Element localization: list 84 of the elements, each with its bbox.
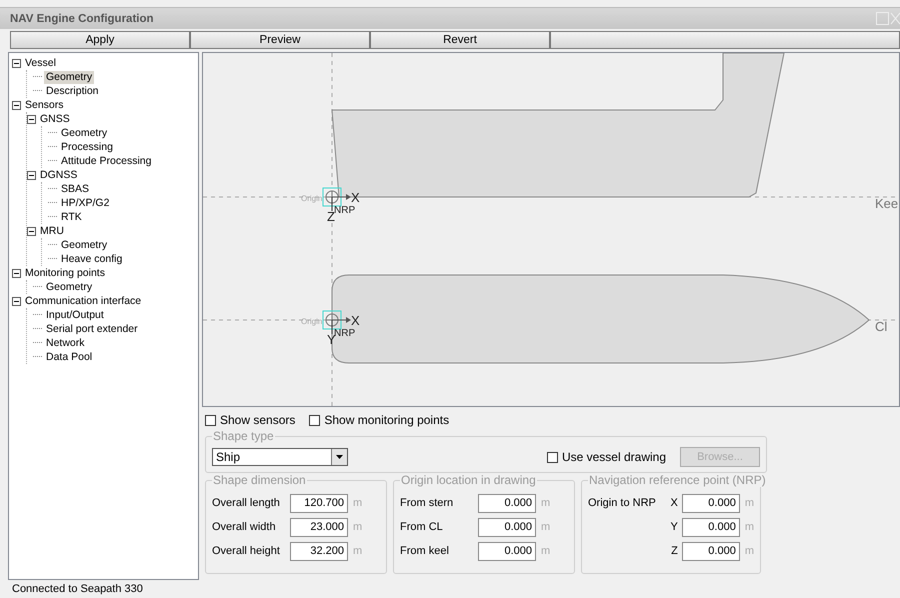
checkbox-label: Use vessel drawing — [562, 450, 666, 464]
field-label: From stern — [400, 497, 454, 509]
group-title: Navigation reference point (NRP) — [588, 473, 767, 487]
field-label: Y — [669, 521, 678, 533]
field-label: Overall length — [212, 497, 281, 509]
checkbox[interactable] — [546, 452, 558, 462]
tree-item[interactable]: HP/XP/G2 — [59, 196, 112, 210]
axis-label: X — [351, 190, 360, 205]
collapse-icon[interactable] — [27, 226, 36, 236]
unit-label: m — [541, 497, 550, 509]
nrp-label: NRP — [334, 205, 356, 216]
tree-item[interactable]: Data Pool — [44, 350, 94, 364]
tree-item[interactable]: Processing — [59, 140, 115, 154]
tree-item[interactable]: RTK — [59, 210, 84, 224]
dropdown-arrow-icon — [336, 455, 343, 459]
checkbox-label: Show monitoring points — [324, 413, 450, 427]
tree-item[interactable]: Sensors — [23, 98, 66, 112]
field-label: From keel — [400, 545, 450, 557]
tree-item[interactable]: Input/Output — [44, 308, 106, 322]
field-label: Z — [670, 545, 678, 557]
tree-item[interactable]: Description — [44, 84, 101, 98]
collapse-icon[interactable] — [27, 114, 36, 124]
unit-label: m — [744, 521, 754, 533]
field-label: Overall height — [212, 545, 281, 557]
tree-item[interactable]: Serial port extender — [44, 322, 140, 336]
reference-line-label: Cl — [875, 319, 888, 334]
tree-item[interactable]: Geometry — [59, 126, 110, 140]
group-title: Shape type — [212, 429, 275, 443]
tree-item[interactable]: Monitoring points — [23, 266, 107, 280]
reference-line-label: Kee — [875, 196, 898, 211]
checkbox[interactable] — [205, 414, 216, 426]
collapse-icon[interactable] — [27, 170, 36, 180]
tree-item[interactable]: Attitude Processing — [59, 154, 154, 168]
axis-label: Y — [327, 332, 336, 347]
unit-label: m — [541, 545, 550, 557]
origin-marker-icon — [322, 188, 342, 206]
field-label: Overall width — [212, 521, 277, 533]
tree-item[interactable]: Communication interface — [23, 294, 144, 308]
checkbox-label: Show sensors — [220, 413, 296, 427]
tree-item[interactable]: GNSS — [38, 112, 72, 126]
tree-item[interactable]: Geometry — [44, 280, 94, 294]
group-title: Shape dimension — [212, 473, 307, 487]
collapse-icon[interactable] — [12, 58, 21, 68]
toolbar-button[interactable]: Revert — [370, 31, 550, 49]
field-label: Origin to NRP — [588, 497, 657, 509]
tree-item[interactable]: DGNSS — [38, 168, 80, 182]
unit-label: m — [353, 545, 362, 557]
group-title: Origin location in drawing — [400, 473, 537, 487]
input-field[interactable]: 23.000 — [290, 518, 348, 536]
tree-item[interactable]: MRU — [38, 224, 66, 238]
nrp-label: NRP — [334, 328, 356, 339]
unit-label: m — [353, 521, 362, 533]
input-field[interactable]: 0.000 — [682, 542, 740, 560]
axis-label: X — [351, 313, 360, 328]
input-field[interactable]: 0.000 — [682, 494, 740, 512]
unit-label: m — [744, 497, 754, 509]
axis-label: Z — [327, 209, 335, 224]
unit-label: m — [744, 545, 754, 557]
input-field[interactable]: 0.000 — [478, 518, 536, 536]
tree-item[interactable]: Vessel — [23, 56, 58, 70]
input-field[interactable]: 120.700 — [290, 494, 348, 512]
tree-item[interactable]: Network — [44, 336, 87, 350]
input-field[interactable]: 0.000 — [682, 518, 740, 536]
tree-item[interactable]: Geometry — [59, 238, 110, 252]
toolbar-button[interactable]: Apply — [10, 31, 190, 49]
input-field[interactable]: 0.000 — [478, 494, 536, 512]
collapse-icon[interactable] — [12, 268, 21, 278]
shape-type-dropdown[interactable]: Ship — [212, 448, 348, 466]
toolbar-button[interactable]: Preview — [190, 31, 370, 49]
tree-item[interactable]: SBAS — [59, 182, 92, 196]
unit-label: m — [541, 521, 550, 533]
tree-item[interactable]: Geometry — [44, 70, 94, 84]
unit-label: m — [353, 497, 362, 509]
origin-marker-icon — [322, 310, 342, 330]
checkbox[interactable] — [309, 414, 320, 426]
field-label: From CL — [400, 521, 444, 533]
status-text: Connected to Seapath 330 — [12, 583, 144, 597]
collapse-icon[interactable] — [12, 296, 21, 306]
input-field[interactable]: 0.000 — [478, 542, 536, 560]
input-field[interactable]: 32.200 — [290, 542, 348, 560]
window-title: NAV Engine Configuration — [10, 12, 154, 24]
field-label: X — [669, 497, 678, 509]
collapse-icon[interactable] — [12, 100, 21, 110]
tree-item[interactable]: Heave config — [59, 252, 124, 266]
